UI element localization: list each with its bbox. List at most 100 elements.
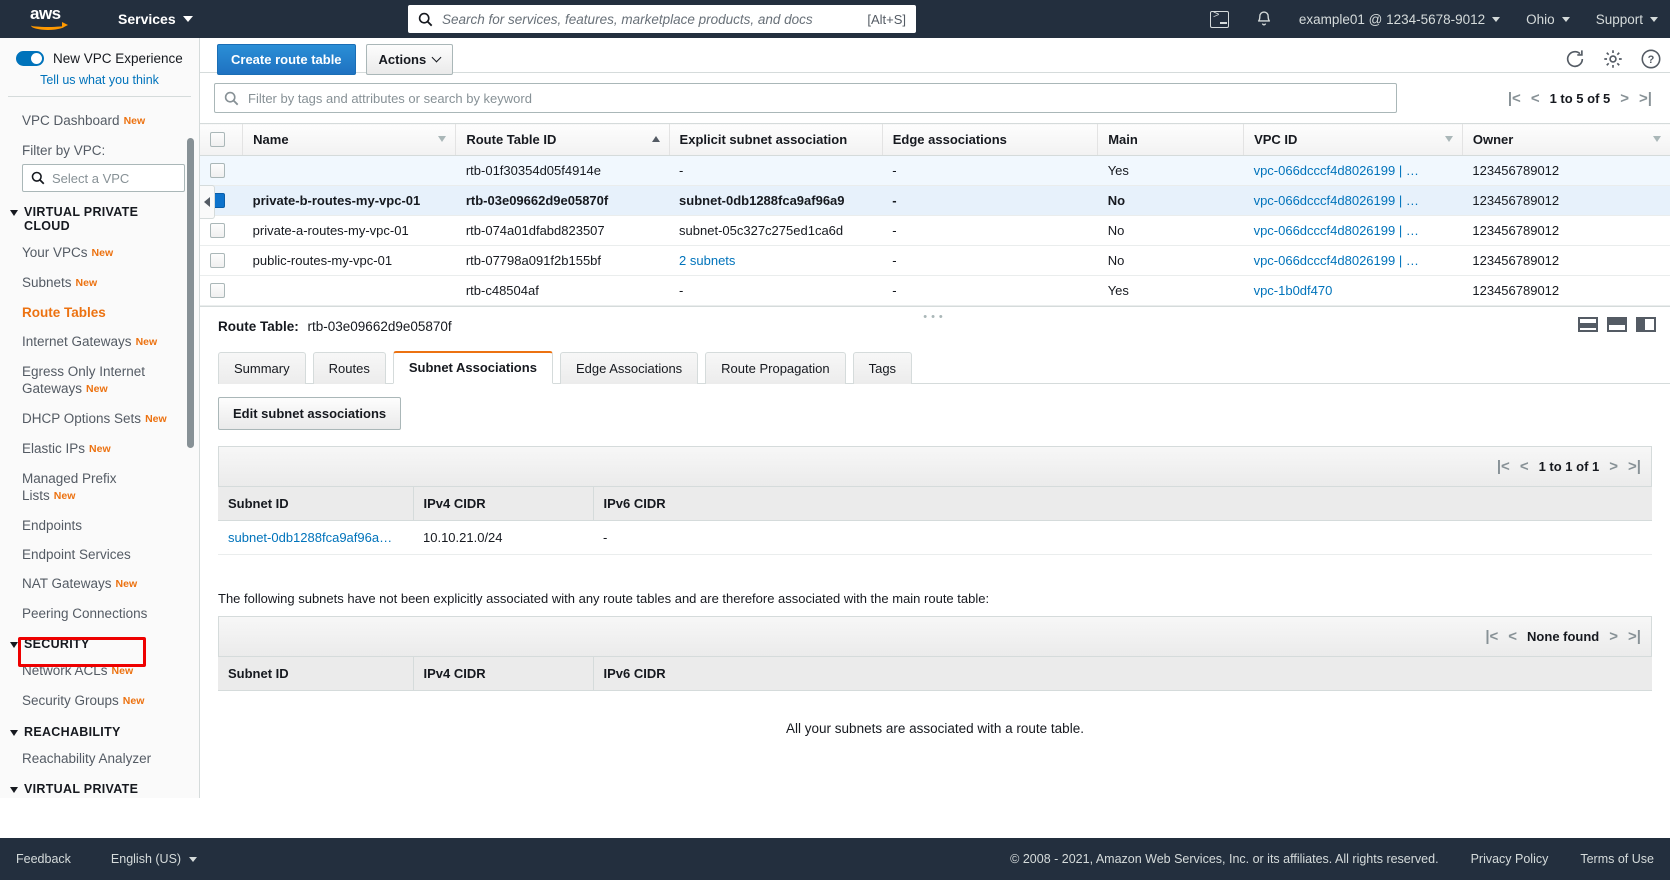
sidebar-item-elastic-ips[interactable]: Elastic IPsNew [0, 434, 199, 464]
filter-row: Filter by tags and attributes or search … [200, 72, 1670, 123]
sidebar-item-egress-only-internet-gateways[interactable]: Egress Only Internet GatewaysNew [0, 357, 199, 404]
tab-tags[interactable]: Tags [853, 352, 912, 384]
new-vpc-experience-label: New VPC Experience [53, 51, 183, 66]
first-page-button[interactable]: |< [1497, 458, 1510, 475]
edit-subnet-associations-button[interactable]: Edit subnet associations [218, 397, 401, 430]
detail-panel: ••• Route Table: rtb-03e09662d9e05870f S… [200, 306, 1670, 736]
new-vpc-experience-toggle-row[interactable]: New VPC Experience [0, 38, 199, 72]
sidebar-group-security[interactable]: SECURITY [0, 628, 199, 656]
global-search-input[interactable]: Search for services, features, marketpla… [408, 5, 916, 33]
row-checkbox[interactable] [210, 283, 225, 298]
create-route-table-button[interactable]: Create route table [217, 44, 356, 75]
sidebar-collapse-button[interactable] [200, 185, 215, 219]
search-input[interactable]: Filter by tags and attributes or search … [214, 83, 1397, 113]
table-row[interactable]: rtb-c48504af - - Yes vpc-1b0df470 123456… [200, 276, 1670, 306]
support-menu-button[interactable]: Support [1596, 12, 1658, 27]
sidebar-item-nat-gateways[interactable]: NAT GatewaysNew [0, 569, 199, 599]
notifications-bell-icon[interactable] [1255, 10, 1273, 29]
language-selector[interactable]: English (US) [111, 852, 197, 866]
cell-owner: 123456789012 [1462, 156, 1670, 186]
help-icon[interactable]: ? [1640, 48, 1662, 70]
next-page-button[interactable]: > [1609, 458, 1618, 475]
sidebar-item-endpoints[interactable]: Endpoints [0, 511, 199, 540]
sidebar-item-your-vpcs[interactable]: Your VPCsNew [0, 238, 199, 268]
table-row[interactable]: private-b-routes-my-vpc-01 rtb-03e09662d… [200, 186, 1670, 216]
cell-vpc-id-link[interactable]: vpc-1b0df470 [1244, 276, 1463, 306]
next-page-button[interactable]: > [1609, 628, 1618, 645]
row-checkbox[interactable] [210, 223, 225, 238]
actions-button[interactable]: Actions [366, 44, 454, 75]
new-badge: New [116, 578, 138, 590]
cloudshell-icon[interactable] [1210, 11, 1229, 28]
column-header-vpc-id[interactable]: VPC ID [1244, 124, 1463, 156]
previous-page-button[interactable]: < [1520, 458, 1529, 475]
previous-page-button[interactable]: < [1531, 90, 1540, 107]
last-page-button[interactable]: >| [1628, 628, 1641, 645]
aws-logo[interactable]: aws [30, 6, 70, 32]
sidebar-group-virtual-private[interactable]: VIRTUAL PRIVATE [0, 773, 199, 798]
cell-subnet-id-link[interactable]: subnet-0db1288fca9af96a… [218, 521, 413, 555]
cell-vpc-id-link[interactable]: vpc-066dcccf4d8026199 | … [1244, 246, 1463, 276]
sidebar-item-managed-prefix-lists[interactable]: Managed Prefix ListsNew [0, 464, 150, 511]
column-header-edge-associations[interactable]: Edge associations [882, 124, 1097, 156]
sidebar-item-route-tables[interactable]: Route Tables [0, 298, 199, 327]
refresh-icon[interactable] [1564, 48, 1586, 70]
sidebar-scrollbar-thumb[interactable] [187, 138, 194, 448]
sidebar-item-reachability-analyzer[interactable]: Reachability Analyzer [0, 744, 199, 773]
next-page-button[interactable]: > [1620, 90, 1629, 107]
cell-vpc-id-link[interactable]: vpc-066dcccf4d8026199 | … [1244, 216, 1463, 246]
column-header-main[interactable]: Main [1098, 124, 1244, 156]
feedback-link[interactable]: Feedback [16, 852, 71, 866]
tab-subnet-associations[interactable]: Subnet Associations [393, 351, 553, 384]
sidebar-item-subnets[interactable]: SubnetsNew [0, 268, 199, 298]
cell-explicit-subnet-link[interactable]: 2 subnets [669, 246, 882, 276]
column-header-route-table-id[interactable]: Route Table ID [456, 124, 669, 156]
sidebar-item-peering-connections[interactable]: Peering Connections [0, 599, 199, 628]
first-page-button[interactable]: |< [1485, 628, 1498, 645]
table-row[interactable]: public-routes-my-vpc-01 rtb-07798a091f2b… [200, 246, 1670, 276]
sidebar-group-virtual-private-cloud[interactable]: VIRTUAL PRIVATE CLOUD [0, 196, 199, 238]
region-menu-button[interactable]: Ohio [1526, 12, 1570, 27]
vpc-select-input[interactable]: Select a VPC [22, 164, 185, 192]
region-menu-label: Ohio [1526, 12, 1555, 27]
terms-of-use-link[interactable]: Terms of Use [1580, 852, 1654, 866]
column-header-owner[interactable]: Owner [1462, 124, 1670, 156]
tab-summary[interactable]: Summary [218, 352, 306, 384]
account-menu-button[interactable]: example01 @ 1234-5678-9012 [1299, 12, 1500, 27]
table-row[interactable]: private-a-routes-my-vpc-01 rtb-074a01dfa… [200, 216, 1670, 246]
view-mode-split-bottom-icon[interactable] [1578, 317, 1598, 332]
sidebar-item-dhcp-options-sets[interactable]: DHCP Options SetsNew [0, 404, 199, 434]
row-checkbox[interactable] [210, 253, 225, 268]
privacy-policy-link[interactable]: Privacy Policy [1471, 852, 1549, 866]
view-mode-split-top-icon[interactable] [1607, 317, 1627, 332]
select-all-checkbox[interactable] [210, 132, 225, 147]
panel-resize-grip[interactable]: ••• [923, 311, 947, 323]
column-header-explicit-subnet-association[interactable]: Explicit subnet association [669, 124, 882, 156]
cell-vpc-id-link[interactable]: vpc-066dcccf4d8026199 | … [1244, 186, 1463, 216]
view-mode-split-side-icon[interactable] [1636, 317, 1656, 332]
implicit-subnets-table: Subnet ID IPv4 CIDR IPv6 CIDR [218, 656, 1652, 691]
sidebar-item-security-groups[interactable]: Security GroupsNew [0, 686, 199, 716]
services-menu-button[interactable]: Services [118, 11, 193, 27]
row-checkbox[interactable] [210, 163, 225, 178]
sidebar-item-internet-gateways[interactable]: Internet GatewaysNew [0, 327, 199, 357]
tab-route-propagation[interactable]: Route Propagation [705, 352, 845, 384]
sidebar-item-endpoint-services[interactable]: Endpoint Services [0, 540, 199, 569]
new-badge: New [89, 443, 111, 455]
last-page-button[interactable]: >| [1628, 458, 1641, 475]
column-header-name[interactable]: Name [243, 124, 456, 156]
sidebar-item-network-acls[interactable]: Network ACLsNew [0, 656, 199, 686]
tab-edge-associations[interactable]: Edge Associations [560, 352, 698, 384]
tab-routes[interactable]: Routes [313, 352, 386, 384]
tell-us-what-you-think-link[interactable]: Tell us what you think [0, 73, 199, 87]
copyright-text: © 2008 - 2021, Amazon Web Services, Inc.… [1010, 852, 1438, 866]
new-vpc-experience-toggle[interactable] [16, 51, 44, 66]
sidebar-item-vpc-dashboard[interactable]: VPC DashboardNew [0, 106, 199, 136]
previous-page-button[interactable]: < [1508, 628, 1517, 645]
sidebar-group-reachability[interactable]: REACHABILITY [0, 716, 199, 744]
last-page-button[interactable]: >| [1639, 90, 1652, 107]
cell-vpc-id-link[interactable]: vpc-066dcccf4d8026199 | … [1244, 156, 1463, 186]
table-row[interactable]: rtb-01f30354d05f4914e - - Yes vpc-066dcc… [200, 156, 1670, 186]
first-page-button[interactable]: |< [1508, 90, 1521, 107]
gear-icon[interactable] [1602, 48, 1624, 70]
